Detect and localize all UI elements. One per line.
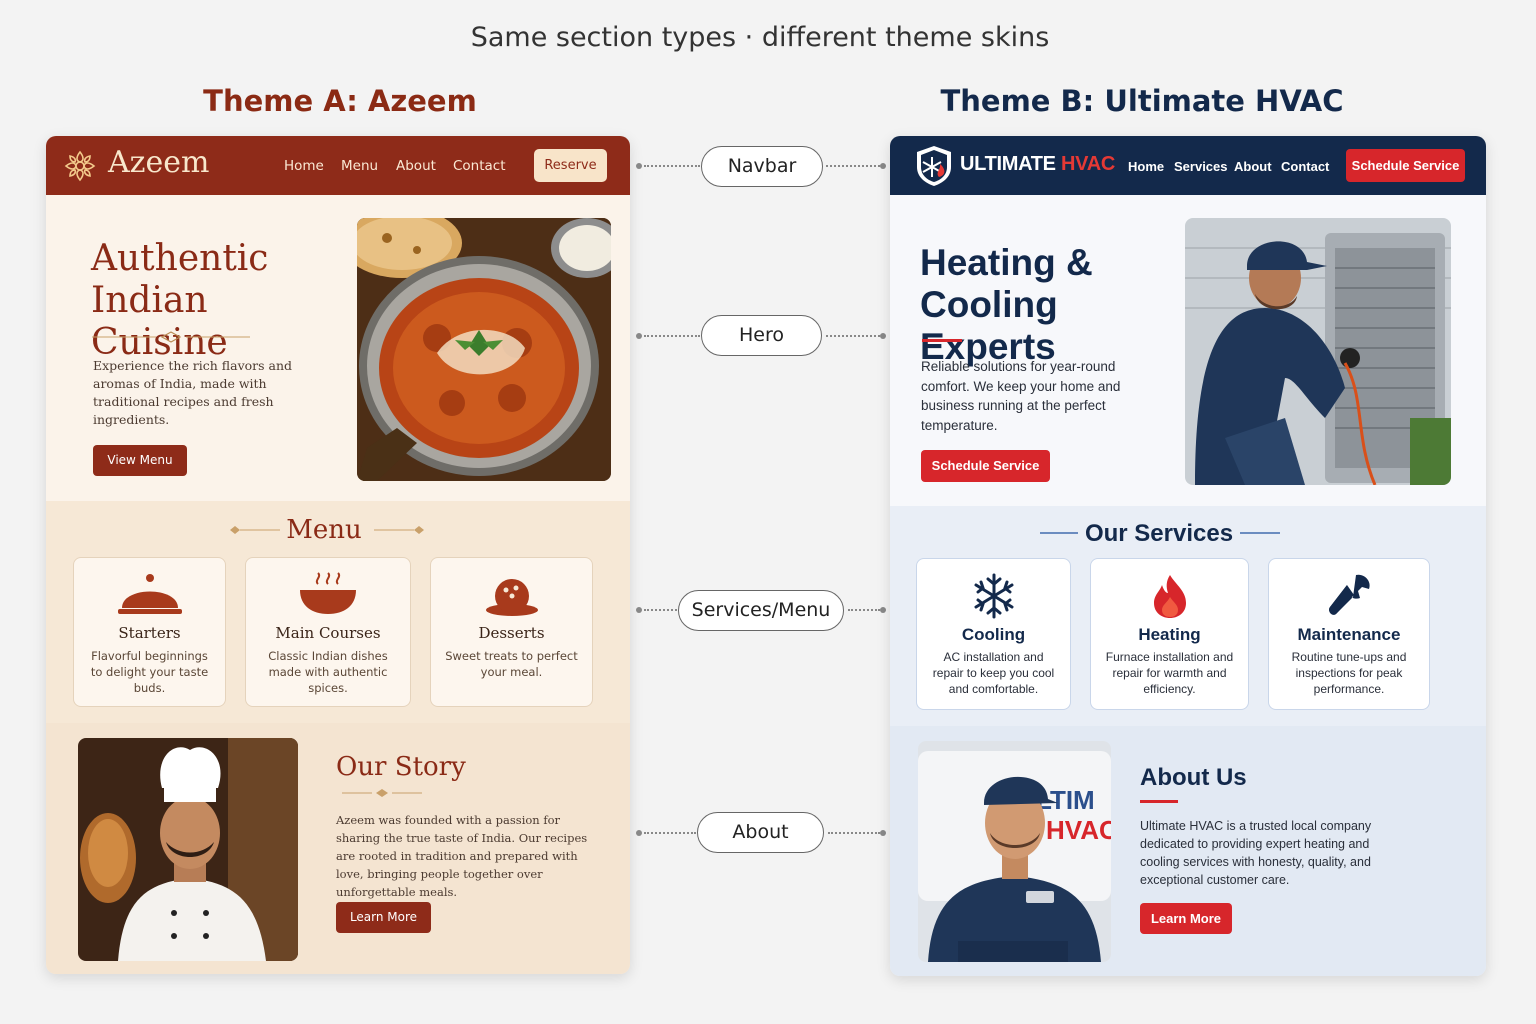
title-underline xyxy=(922,339,962,342)
connector-line xyxy=(644,335,700,337)
technician-portrait-image: LTIM HVAC xyxy=(918,741,1111,962)
svg-text:HVAC: HVAC xyxy=(1046,815,1111,845)
dessert-icon xyxy=(485,579,538,616)
hvac-hero-title: Heating & Cooling Experts xyxy=(920,242,1093,367)
reserve-button[interactable]: Reserve xyxy=(534,149,607,182)
service-card-cooling[interactable]: Cooling AC installation and repair to ke… xyxy=(916,558,1071,710)
menu-card-title: Desserts xyxy=(478,624,545,642)
menu-card-desc: Sweet treats to perfect your meal. xyxy=(445,649,578,679)
flame-icon xyxy=(1153,575,1186,618)
hvac-services-section: Our Services Cooling AC installation and… xyxy=(890,506,1486,726)
connector-line xyxy=(644,165,700,167)
menu-card-main-courses[interactable]: Main Courses Classic Indian dishes made … xyxy=(245,557,411,707)
bowl-icon xyxy=(300,572,356,614)
theme-a-heading: Theme A: Azeem xyxy=(203,84,477,118)
title-side-rule xyxy=(1240,532,1280,534)
theme-a-mockup: Azeem Home Menu About Contact Reserve Au… xyxy=(46,136,630,974)
about-us-text: Ultimate HVAC is a trusted local company… xyxy=(1140,819,1372,887)
shield-snowflake-logo-icon xyxy=(917,146,951,186)
connector-line xyxy=(644,832,696,834)
right-flourish-icon xyxy=(374,526,424,534)
theme-b-mockup: ULTIMATE HVAC Home Services About Contac… xyxy=(890,136,1486,976)
curry-dish-image xyxy=(357,218,611,481)
azeem-nav-contact[interactable]: Contact xyxy=(453,158,506,174)
connector-dot xyxy=(636,830,642,836)
wrench-icon xyxy=(1329,574,1370,615)
azeem-hero: Authentic Indian Cuisine Experience the … xyxy=(46,195,630,501)
connector-dot xyxy=(880,607,886,613)
view-menu-button[interactable]: View Menu xyxy=(93,445,187,476)
menu-card-starters[interactable]: Starters Flavorful beginnings to delight… xyxy=(73,557,226,707)
hvac-logo-text[interactable]: ULTIMATE HVAC xyxy=(960,153,1115,176)
connector-line xyxy=(848,609,880,611)
hero-connector-label: Hero xyxy=(701,315,822,356)
azeem-nav-home[interactable]: Home xyxy=(284,158,324,174)
azeem-menu-section: Menu Starters Flavorful beginnings to de… xyxy=(46,501,630,723)
azeem-nav-menu[interactable]: Menu xyxy=(341,158,378,174)
title-underline xyxy=(1140,800,1178,803)
hvac-hero: Heating & Cooling Experts Reliable solut… xyxy=(890,195,1486,506)
schedule-service-nav-button[interactable]: Schedule Service xyxy=(1346,149,1465,182)
azeem-learn-more-button[interactable]: Learn More xyxy=(336,902,431,933)
hvac-hero-description: Reliable solutions for year-round comfor… xyxy=(921,359,1121,433)
menu-card-desserts[interactable]: Desserts Sweet treats to perfect your me… xyxy=(430,557,593,707)
service-card-title: Heating xyxy=(1138,625,1201,644)
hvac-nav-services[interactable]: Services xyxy=(1174,159,1228,174)
service-card-title: Maintenance xyxy=(1297,625,1401,644)
connector-line xyxy=(826,335,880,337)
service-card-desc: AC installation and repair to keep you c… xyxy=(932,650,1055,696)
navbar-connector-label: Navbar xyxy=(701,146,823,187)
chef-portrait-image xyxy=(78,738,298,961)
connector-line xyxy=(828,832,880,834)
azeem-hero-title: Authentic Indian Cuisine xyxy=(91,238,269,363)
connector-line xyxy=(826,165,880,167)
technician-ac-unit-image xyxy=(1185,218,1451,485)
azeem-navbar: Azeem Home Menu About Contact Reserve xyxy=(46,136,630,195)
cloche-icon xyxy=(117,574,182,614)
service-card-title: Cooling xyxy=(961,625,1026,644)
connector-dot xyxy=(880,163,886,169)
connector-dot xyxy=(880,830,886,836)
page-title: Same section types · different theme ski… xyxy=(470,22,1050,53)
hvac-learn-more-button[interactable]: Learn More xyxy=(1140,903,1232,934)
snowflake-icon xyxy=(974,573,1013,619)
logo-accent-text: HVAC xyxy=(1061,153,1115,175)
service-card-maintenance[interactable]: Maintenance Routine tune-ups and inspect… xyxy=(1268,558,1430,710)
about-us-title: About Us xyxy=(1140,764,1247,791)
menu-card-desc: Flavorful beginnings to delight your tas… xyxy=(90,649,209,695)
about-connector-label: About xyxy=(697,812,824,853)
small-divider-icon xyxy=(342,789,422,797)
theme-b-heading: Theme B: Ultimate HVAC xyxy=(940,84,1344,118)
hvac-nav-about[interactable]: About xyxy=(1234,159,1272,174)
azeem-logo-text[interactable]: Azeem xyxy=(108,145,209,180)
azeem-hero-description: Experience the rich flavors and aromas o… xyxy=(93,358,293,427)
service-card-desc: Routine tune-ups and inspections for pea… xyxy=(1291,650,1407,696)
connector-line xyxy=(644,609,677,611)
logo-main-text: ULTIMATE xyxy=(960,153,1056,175)
menu-card-title: Starters xyxy=(118,624,181,642)
schedule-service-button[interactable]: Schedule Service xyxy=(921,450,1050,482)
connector-dot xyxy=(636,163,642,169)
our-story-title: Our Story xyxy=(336,752,466,782)
mandala-logo-icon xyxy=(64,150,96,182)
menu-card-title: Main Courses xyxy=(275,624,381,642)
hvac-about-section: LTIM HVAC About Us Ultimate HVAC is a tr… xyxy=(890,726,1486,976)
hvac-navbar: ULTIMATE HVAC Home Services About Contac… xyxy=(890,136,1486,195)
azeem-nav-about[interactable]: About xyxy=(396,158,436,174)
our-services-title: Our Services xyxy=(1084,520,1234,547)
connector-dot xyxy=(636,607,642,613)
azeem-about-section: Our Story Azeem was founded with a passi… xyxy=(46,723,630,974)
connector-dot xyxy=(880,333,886,339)
ornament-divider-icon xyxy=(92,331,250,343)
azeem-menu-title: Menu xyxy=(286,515,362,545)
service-card-heating[interactable]: Heating Furnace installation and repair … xyxy=(1090,558,1249,710)
services-menu-connector-label: Services/Menu xyxy=(678,590,844,631)
service-card-desc: Furnace installation and repair for warm… xyxy=(1105,650,1234,696)
menu-card-desc: Classic Indian dishes made with authenti… xyxy=(268,649,388,695)
connector-dot xyxy=(636,333,642,339)
hvac-nav-home[interactable]: Home xyxy=(1128,159,1164,174)
our-story-text: Azeem was founded with a passion for sha… xyxy=(336,813,588,899)
hvac-nav-contact[interactable]: Contact xyxy=(1281,159,1329,174)
